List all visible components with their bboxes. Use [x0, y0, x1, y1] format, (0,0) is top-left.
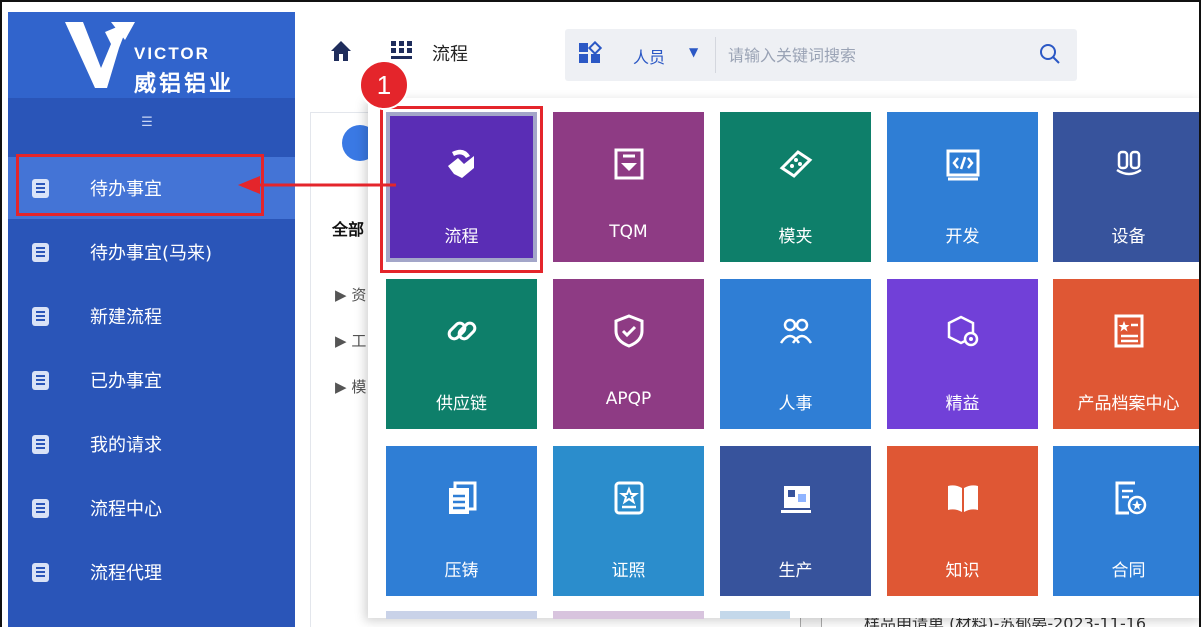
app-tile-die-casting[interactable]: 压铸	[386, 446, 537, 596]
step-badge: 1	[359, 60, 409, 110]
app-tile-tqm[interactable]: TQM	[553, 112, 704, 262]
app-tile-partial	[386, 611, 537, 619]
app-tile-label: 生产	[778, 561, 813, 581]
chain-link-icon	[447, 321, 477, 341]
app-tile-supply-chain[interactable]: 供应链	[386, 279, 537, 429]
box-gear-icon	[947, 315, 979, 347]
category-all-label[interactable]: 全部	[332, 216, 364, 240]
app-tile-dev[interactable]: 开发	[887, 112, 1038, 262]
new-process-icon	[32, 306, 49, 326]
app-tile-hr[interactable]: 人事	[720, 279, 871, 429]
logo-area[interactable]: VICTOR 威铝铝业	[8, 12, 295, 98]
app-tile-label: 合同	[1111, 561, 1146, 581]
done-icon	[32, 370, 49, 390]
highlight-box-flow-tile	[380, 106, 543, 273]
app-tile-label: 供应链	[436, 394, 487, 414]
app-tile-knowledge[interactable]: 知识	[887, 446, 1038, 596]
app-tile-label: TQM	[609, 222, 648, 242]
app-tile-product-archive[interactable]: 产品档案中心	[1053, 279, 1199, 429]
sidebar-item-label: 流程代理	[90, 563, 162, 584]
app-tile-label: 精益	[945, 394, 980, 414]
app-tile-equipment[interactable]: 设备	[1053, 112, 1199, 262]
home-icon[interactable]	[330, 40, 352, 62]
top-header: 流程 人员 ▼	[295, 12, 1199, 98]
tree-item-label: 工	[351, 332, 367, 350]
sidebar-item-label: 流程中心	[90, 499, 162, 520]
document-stack-icon	[449, 481, 477, 514]
victor-logo-icon	[65, 22, 135, 88]
flow-center-icon	[32, 498, 49, 518]
tree-item-label: 模	[351, 378, 367, 396]
app-tile-label: 开发	[945, 227, 980, 247]
chevron-down-icon[interactable]: ▼	[689, 45, 698, 59]
search-icon[interactable]	[1037, 41, 1063, 67]
sidebar-item-label: 已办事宜	[90, 371, 162, 392]
logo-text-cn: 威铝铝业	[134, 72, 235, 97]
app-tile-label: 模夹	[778, 227, 813, 247]
app-tile-license[interactable]: 证照	[553, 446, 704, 596]
archive-icon	[1114, 314, 1144, 348]
app-tile-mold[interactable]: 模夹	[720, 112, 871, 262]
app-tile-label: 压铸	[444, 561, 479, 581]
sidebar-item-todo-malaysia[interactable]: 待办事宜(马来)	[8, 221, 295, 283]
search-type-select[interactable]: 人员	[633, 44, 665, 68]
module-switch-icon[interactable]	[578, 41, 602, 65]
mold-icon	[779, 150, 813, 178]
app-tile-label: 设备	[1111, 227, 1146, 247]
sidebar-item-new-process[interactable]: 新建流程	[8, 285, 295, 347]
tree-item[interactable]: ▶ 模	[335, 376, 366, 397]
app-tile-label: 产品档案中心	[1077, 394, 1180, 414]
app-tile-label: APQP	[605, 389, 652, 409]
sidebar-item-label: 待办事宜(马来)	[90, 243, 213, 264]
app-tile-label: 知识	[945, 561, 980, 581]
sidebar: VICTOR 威铝铝业 ☰ 待办事宜 待办事宜(马来) 新建流程 已办事宜 我的…	[8, 12, 295, 627]
app-tile-contract[interactable]: 合同	[1053, 446, 1199, 596]
app-tile-label: 人事	[778, 394, 813, 414]
certificate-icon	[614, 481, 644, 515]
logo-text-en: VICTOR	[134, 44, 210, 63]
app-tile-lean[interactable]: 精益	[887, 279, 1038, 429]
page-title: 流程	[432, 44, 468, 65]
tqm-icon	[614, 148, 644, 180]
delegate-icon	[32, 562, 49, 582]
code-icon	[946, 149, 980, 181]
app-tile-production[interactable]: 生产	[720, 446, 871, 596]
sidebar-item-my-requests[interactable]: 我的请求	[8, 413, 295, 475]
edit-icon	[32, 434, 49, 454]
sidebar-item-label: 我的请求	[90, 435, 162, 456]
app-window: VICTOR 威铝铝业 ☰ 待办事宜 待办事宜(马来) 新建流程 已办事宜 我的…	[0, 0, 1201, 627]
app-grid-icon[interactable]	[390, 40, 414, 62]
equipment-icon	[1116, 150, 1142, 176]
app-tile-apqp[interactable]: APQP	[553, 279, 704, 429]
search-input[interactable]	[715, 37, 1035, 73]
sidebar-item-done[interactable]: 已办事宜	[8, 349, 295, 411]
todo-copy-icon	[32, 242, 49, 262]
people-icon	[779, 318, 813, 344]
sidebar-item-flow-center[interactable]: 流程中心	[8, 477, 295, 539]
tree-item[interactable]: ▶ 工	[335, 330, 366, 351]
shield-check-icon	[614, 314, 644, 348]
highlight-box-sidebar	[16, 154, 264, 216]
book-icon	[948, 485, 978, 512]
sidebar-item-label: 新建流程	[90, 307, 162, 328]
app-tile-label: 证照	[611, 561, 646, 581]
app-tile-partial	[553, 611, 704, 619]
menu-collapse-icon[interactable]: ☰	[138, 115, 156, 131]
app-tile-partial	[720, 611, 790, 619]
contract-icon	[1115, 481, 1147, 515]
search-bar: 人员 ▼	[565, 29, 1077, 81]
tree-item[interactable]: ▶ 资	[335, 284, 366, 305]
production-icon	[781, 486, 811, 513]
tree-item-label: 资	[351, 286, 367, 304]
sidebar-item-delegate[interactable]: 流程代理	[8, 541, 295, 603]
